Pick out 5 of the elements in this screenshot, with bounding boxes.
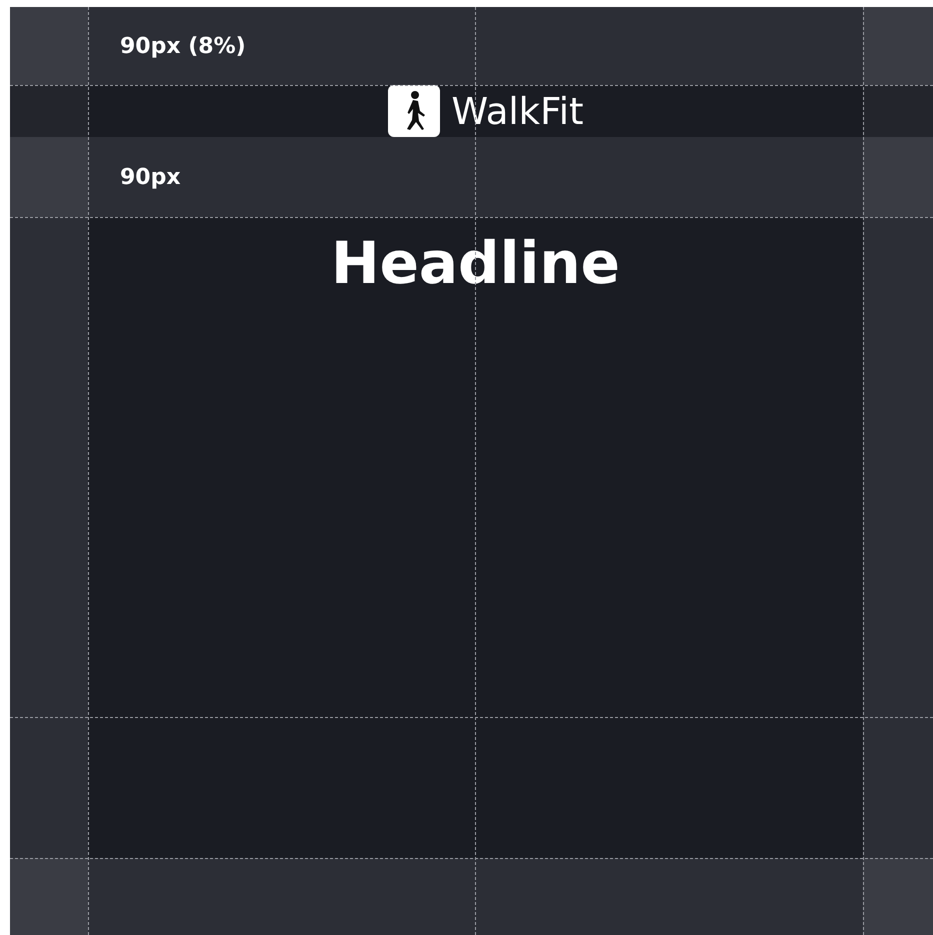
walking-person-icon <box>388 85 440 137</box>
margin-label: 90px (8%) <box>120 34 246 58</box>
logo-wordmark: WalkFit <box>452 90 584 132</box>
headline: Headline <box>331 229 620 299</box>
spacing-label: 90px <box>120 164 181 190</box>
